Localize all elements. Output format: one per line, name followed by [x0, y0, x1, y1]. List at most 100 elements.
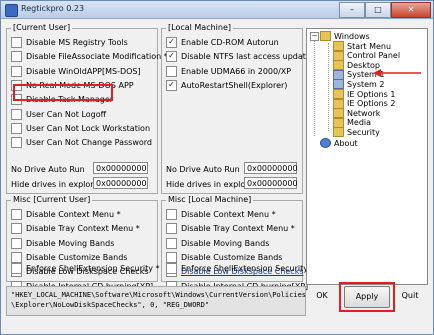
- title-bar: Regtickpro 0.23 – □ ✕: [1, 1, 433, 19]
- cu-checkbox-6[interactable]: User Can Not Lock Workstation: [11, 122, 151, 134]
- tree-line: [314, 40, 315, 136]
- cu-no-drive-autorun-label: No Drive Auto Run: [11, 165, 85, 174]
- checkbox-box[interactable]: [11, 108, 22, 120]
- checkbox-label: Disable MS Registry Tools: [26, 38, 128, 47]
- lm-checkbox-1[interactable]: Disable NTFS last access update: [166, 51, 311, 63]
- tree-node-ie-options-1[interactable]: IE Options 1: [333, 89, 395, 99]
- checkbox-box[interactable]: [166, 51, 177, 63]
- mcu-checkbox-6[interactable]: Enforce ShellExtension Security *: [11, 263, 160, 274]
- checkbox-box[interactable]: [11, 251, 22, 263]
- cu-hide-drives-input[interactable]: 0x00000000: [93, 177, 148, 189]
- mlm-checkbox-6[interactable]: Enforce ShellExtension Security *: [166, 263, 315, 274]
- tree-node-about[interactable]: About: [320, 138, 358, 148]
- tree-node-media[interactable]: Media: [333, 117, 372, 128]
- tree-node-ie-options-2[interactable]: IE Options 2: [333, 98, 396, 109]
- cu-checkbox-2[interactable]: Disable WinOldAPP[MS-DOS]: [11, 65, 141, 77]
- apply-button[interactable]: Apply: [344, 286, 390, 308]
- cu-checkbox-1[interactable]: Disable FileAssociate Modification *: [11, 51, 168, 63]
- lm-no-drive-autorun-input[interactable]: 0x00000000: [244, 162, 298, 174]
- checkbox-box[interactable]: [11, 65, 22, 77]
- tree-node-control-panel[interactable]: Control Panel: [333, 50, 400, 61]
- maximize-button[interactable]: □: [365, 2, 391, 18]
- lm-checkbox-2[interactable]: Enable UDMA66 in 2000/XP: [166, 65, 292, 77]
- lm-no-drive-autorun-label: No Drive Auto Run: [166, 165, 240, 174]
- local-machine-legend: [Local Machine]: [166, 23, 234, 32]
- folder-icon: [333, 50, 344, 61]
- checkbox-box[interactable]: [166, 263, 177, 274]
- checkbox-label: Enforce ShellExtension Security *: [181, 264, 315, 273]
- minimize-button[interactable]: –: [339, 2, 365, 18]
- checkbox-box[interactable]: [166, 237, 177, 249]
- checkbox-box[interactable]: [11, 37, 22, 48]
- lm-checkbox-3[interactable]: AutoRestartShell(Explorer): [166, 79, 288, 91]
- misc-local-machine-legend: Misc [Local Machine]: [166, 195, 254, 204]
- checkbox-box[interactable]: [166, 37, 177, 48]
- cu-checkbox-0[interactable]: Disable MS Registry Tools: [11, 37, 128, 48]
- mlm-checkbox-1[interactable]: Disable Tray Context Menu *: [166, 223, 295, 235]
- tree-node-label: Windows: [334, 31, 370, 41]
- computer-icon: [333, 69, 344, 80]
- checkbox-box[interactable]: [166, 223, 177, 235]
- checkbox-box[interactable]: [11, 51, 22, 63]
- current-user-legend: [Current User]: [11, 23, 73, 32]
- lm-hide-drives-input[interactable]: 0x00000000: [244, 177, 298, 189]
- tree-node-network[interactable]: Network: [333, 108, 380, 119]
- task-manager-highlight: [13, 84, 113, 101]
- quit-button[interactable]: Quit: [398, 286, 422, 306]
- checkbox-label: Enable CD-ROM Autorun: [181, 38, 279, 47]
- checkbox-label: Enable UDMA66 in 2000/XP: [181, 66, 292, 76]
- misc-current-user-legend: Misc [Current User]: [11, 195, 93, 204]
- cu-checkbox-5[interactable]: User Can Not Logoff: [11, 108, 107, 120]
- checkbox-box[interactable]: [166, 79, 177, 91]
- cu-checkbox-7[interactable]: User Can Not Change Password: [11, 137, 152, 149]
- checkbox-box[interactable]: [11, 209, 22, 220]
- close-button[interactable]: ✕: [391, 2, 431, 18]
- info-icon: [320, 138, 331, 148]
- checkbox-box[interactable]: [166, 209, 177, 220]
- tree-node-label: IE Options 2: [347, 99, 396, 109]
- checkbox-label: AutoRestartShell(Explorer): [181, 80, 288, 90]
- folder-icon: [333, 127, 344, 138]
- folder-icon: [333, 98, 344, 109]
- folder-icon: [333, 108, 344, 119]
- cu-no-drive-autorun-input[interactable]: 0x00000000: [93, 162, 148, 174]
- tree-node-windows[interactable]: Windows: [320, 31, 370, 41]
- app-icon: [5, 4, 18, 17]
- mcu-checkbox-1[interactable]: Disable Tray Context Menu *: [11, 223, 140, 235]
- tree-line: [328, 43, 329, 131]
- computer-icon: [333, 79, 344, 90]
- checkbox-label: Enforce ShellExtension Security *: [26, 264, 160, 273]
- tree-node-label: Media: [347, 118, 372, 128]
- checkbox-box[interactable]: [11, 137, 22, 149]
- lm-checkbox-0[interactable]: Enable CD-ROM Autorun: [166, 37, 279, 48]
- tree-node-system-2[interactable]: System 2: [333, 79, 384, 90]
- mcu-checkbox-0[interactable]: Disable Context Menu *: [11, 209, 121, 220]
- ok-button[interactable]: OK: [311, 286, 333, 306]
- checkbox-box[interactable]: [11, 263, 22, 274]
- folder-icon: [320, 31, 331, 41]
- folder-icon: [333, 89, 344, 99]
- cu-hide-drives-label: Hide drives in explorer: [11, 180, 102, 189]
- category-tree[interactable]: − Windows Start Menu Control Panel Desktop…: [306, 28, 428, 285]
- mcu-checkbox-2[interactable]: Disable Moving Bands: [11, 237, 114, 249]
- folder-icon: [333, 60, 344, 71]
- red-arrow-icon: [373, 69, 421, 77]
- tree-node-start-menu[interactable]: Start Menu: [333, 41, 391, 51]
- checkbox-box[interactable]: [166, 251, 177, 263]
- checkbox-label: Disable Tray Context Menu *: [181, 224, 295, 234]
- checkbox-label: Disable Tray Context Menu *: [26, 224, 140, 234]
- checkbox-box[interactable]: [11, 223, 22, 235]
- mlm-checkbox-0[interactable]: Disable Context Menu *: [166, 209, 276, 220]
- checkbox-box[interactable]: [11, 122, 22, 134]
- tree-node-label: About: [334, 138, 358, 148]
- checkbox-label: User Can Not Change Password: [26, 138, 152, 148]
- mcu-checkbox-3[interactable]: Disable Customize Bands: [11, 251, 127, 263]
- checkbox-label: Disable NTFS last access update: [181, 52, 311, 62]
- checkbox-label: User Can Not Logoff: [26, 109, 107, 119]
- mlm-checkbox-2[interactable]: Disable Moving Bands: [166, 237, 269, 249]
- checkbox-box[interactable]: [166, 65, 177, 77]
- mlm-checkbox-3[interactable]: Disable Customize Bands: [166, 251, 282, 263]
- tree-node-security[interactable]: Security: [333, 127, 380, 138]
- checkbox-label: User Can Not Lock Workstation: [26, 123, 151, 133]
- checkbox-box[interactable]: [11, 237, 22, 249]
